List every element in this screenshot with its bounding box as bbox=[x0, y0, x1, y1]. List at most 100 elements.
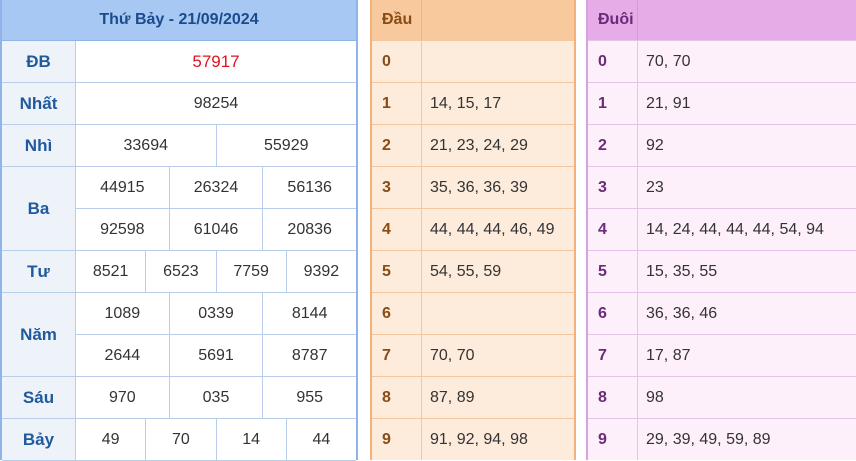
prize-number: 92598 bbox=[76, 209, 169, 250]
prize-row: Bảy 49 70 14 44 bbox=[2, 419, 356, 461]
duoi-values: 92 bbox=[646, 136, 664, 154]
duoi-digit: 0 bbox=[588, 41, 638, 82]
prize-number: 5691 bbox=[168, 335, 263, 376]
dau-row: 2 21, 23, 24, 29 bbox=[372, 124, 574, 166]
prize-number: 20836 bbox=[262, 209, 357, 250]
prize-label: Nhất bbox=[2, 83, 76, 124]
prize-row: Tư 8521 6523 7759 9392 bbox=[2, 251, 356, 293]
prize-row: Năm 1089 0339 8144 2644 5691 8787 bbox=[2, 293, 357, 377]
prize-label: Bảy bbox=[2, 419, 76, 460]
duoi-row: 3 23 bbox=[588, 166, 856, 208]
duoi-row: 1 21, 91 bbox=[588, 82, 856, 124]
duoi-values: 98 bbox=[646, 388, 664, 406]
duoi-values: 36, 36, 46 bbox=[646, 304, 718, 322]
dau-digit: 9 bbox=[372, 419, 422, 460]
duoi-digit: 4 bbox=[588, 209, 638, 250]
dau-row: 3 35, 36, 36, 39 bbox=[372, 166, 574, 208]
dau-header-spacer bbox=[422, 0, 574, 40]
dau-row: 0 bbox=[372, 40, 574, 82]
prize-values: 33694 55929 bbox=[76, 125, 356, 166]
prize-row: Sáu 970 035 955 bbox=[2, 377, 357, 419]
prize-number: 33694 bbox=[76, 125, 216, 166]
duoi-digit: 3 bbox=[588, 167, 638, 208]
dau-row: 9 91, 92, 94, 98 bbox=[372, 418, 574, 460]
prize-number: 955 bbox=[262, 377, 357, 418]
dau-header-label: Đầu bbox=[372, 0, 422, 40]
prize-number: 26324 bbox=[168, 167, 263, 208]
prize-values: 1089 0339 8144 2644 5691 8787 bbox=[76, 293, 357, 376]
prize-line: 98254 bbox=[76, 83, 356, 124]
prize-line: 57917 bbox=[76, 41, 356, 82]
dau-values bbox=[422, 293, 574, 334]
prize-label: Nhì bbox=[2, 125, 76, 166]
prize-line: 44915 26324 56136 bbox=[76, 167, 357, 208]
dau-digit: 1 bbox=[372, 83, 422, 124]
duoi-digit: 5 bbox=[588, 251, 638, 292]
duoi-row: 6 36, 36, 46 bbox=[588, 292, 856, 334]
prize-line: 2644 5691 8787 bbox=[76, 334, 357, 376]
prize-label: ĐB bbox=[2, 41, 76, 82]
prize-line: 8521 6523 7759 9392 bbox=[76, 251, 356, 292]
duoi-rows: 0 70, 70 1 21, 91 2 92 3 23 4 14, 24, 44, 44, 44,… bbox=[588, 40, 856, 460]
dau-values: 91, 92, 94, 98 bbox=[430, 430, 528, 448]
prize-line: 92598 61046 20836 bbox=[76, 208, 357, 250]
duoi-digit: 6 bbox=[588, 293, 638, 334]
prize-number: 98254 bbox=[76, 83, 356, 124]
duoi-digit: 1 bbox=[588, 83, 638, 124]
prize-number: 2644 bbox=[76, 335, 169, 376]
prize-number: 1089 bbox=[76, 293, 169, 334]
prize-number: 9392 bbox=[285, 251, 356, 292]
dau-header: Đầu bbox=[372, 0, 574, 40]
prize-line: 33694 55929 bbox=[76, 125, 356, 166]
duoi-digit: 8 bbox=[588, 377, 638, 418]
prize-rows: ĐB 57917 Nhất 98254 Nhì 33694 55929 Ba 44915 2632… bbox=[2, 41, 357, 461]
prize-line: 1089 0339 8144 bbox=[76, 293, 357, 334]
prize-label: Ba bbox=[2, 167, 76, 250]
dau-digit: 8 bbox=[372, 377, 422, 418]
dau-values: 14, 15, 17 bbox=[430, 94, 502, 112]
prize-number: 14 bbox=[215, 419, 286, 460]
dau-digit: 4 bbox=[372, 209, 422, 250]
duoi-digit: 2 bbox=[588, 125, 638, 166]
duoi-row: 0 70, 70 bbox=[588, 40, 856, 82]
duoi-header-label: Đuôi bbox=[588, 0, 638, 40]
results-title: Thứ Bảy - 21/09/2024 bbox=[2, 0, 356, 41]
duoi-row: 2 92 bbox=[588, 124, 856, 166]
prize-values: 49 70 14 44 bbox=[76, 419, 356, 460]
prize-line: 970 035 955 bbox=[76, 377, 357, 418]
dau-row: 5 54, 55, 59 bbox=[372, 250, 574, 292]
duoi-header: Đuôi bbox=[588, 0, 856, 40]
prize-values: 8521 6523 7759 9392 bbox=[76, 251, 356, 292]
prize-number: 61046 bbox=[168, 209, 263, 250]
dau-rows: 0 1 14, 15, 17 2 21, 23, 24, 29 3 35, 36, 36, … bbox=[372, 40, 574, 460]
prize-number: 970 bbox=[76, 377, 169, 418]
prize-number: 49 bbox=[76, 419, 146, 460]
duoi-digit: 9 bbox=[588, 419, 638, 460]
dau-values: 70, 70 bbox=[430, 346, 475, 364]
duoi-row: 5 15, 35, 55 bbox=[588, 250, 856, 292]
dau-table: Đầu 0 1 14, 15, 17 2 21, 23, 24, 29 3 35, 36, … bbox=[370, 0, 576, 460]
prize-row: ĐB 57917 bbox=[2, 41, 356, 83]
dau-row: 6 bbox=[372, 292, 574, 334]
dau-values bbox=[422, 41, 574, 82]
duoi-digit: 7 bbox=[588, 335, 638, 376]
prize-number: 7759 bbox=[215, 251, 286, 292]
dau-values: 87, 89 bbox=[430, 388, 475, 406]
dau-values: 54, 55, 59 bbox=[430, 262, 502, 280]
duoi-row: 9 29, 39, 49, 59, 89 bbox=[588, 418, 856, 460]
duoi-row: 7 17, 87 bbox=[588, 334, 856, 376]
prize-number: 8787 bbox=[262, 335, 357, 376]
prize-number: 57917 bbox=[76, 41, 356, 82]
duoi-header-spacer bbox=[638, 0, 856, 40]
prize-number: 8144 bbox=[262, 293, 357, 334]
prize-number: 0339 bbox=[168, 293, 263, 334]
prize-values: 44915 26324 56136 92598 61046 20836 bbox=[76, 167, 357, 250]
duoi-values: 14, 24, 44, 44, 44, 54, 94 bbox=[646, 220, 824, 238]
prize-line: 49 70 14 44 bbox=[76, 419, 356, 460]
dau-row: 8 87, 89 bbox=[372, 376, 574, 418]
duoi-values: 15, 35, 55 bbox=[646, 262, 718, 280]
prize-row: Nhất 98254 bbox=[2, 83, 356, 125]
prize-number: 6523 bbox=[145, 251, 216, 292]
dau-digit: 7 bbox=[372, 335, 422, 376]
prize-number: 035 bbox=[168, 377, 263, 418]
